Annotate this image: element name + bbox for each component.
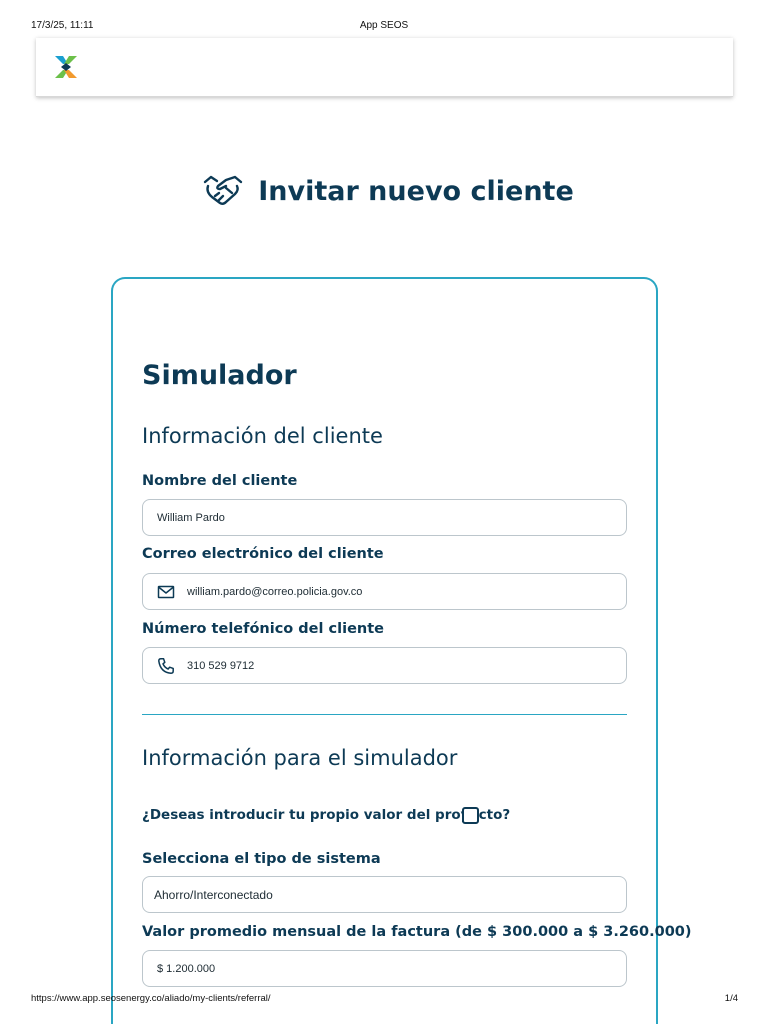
handshake-icon bbox=[204, 175, 243, 205]
own-value-checkbox[interactable] bbox=[462, 807, 479, 824]
client-email-value: william.pardo@correo.policia.gov.co bbox=[187, 585, 363, 598]
client-phone-input[interactable]: 310 529 9712 bbox=[142, 647, 627, 684]
page-title-text: Invitar nuevo cliente bbox=[258, 175, 574, 207]
print-url: https://www.app.seosenergy.co/aliado/my-… bbox=[31, 993, 271, 1004]
client-email-label: Correo electrónico del cliente bbox=[142, 546, 384, 562]
section-divider bbox=[142, 714, 627, 715]
own-value-label: ¿Deseas introducir tu propio valor del p… bbox=[142, 807, 511, 823]
client-phone-value: 310 529 9712 bbox=[187, 659, 255, 672]
system-type-label: Selecciona el tipo de sistema bbox=[142, 851, 381, 867]
print-page-number: 1/4 bbox=[724, 993, 738, 1004]
system-type-value: Ahorro/Interconectado bbox=[154, 887, 273, 902]
simulator-heading: Simulador bbox=[142, 360, 297, 391]
bill-value: $ 1.200.000 bbox=[157, 962, 216, 975]
seos-logo-icon[interactable] bbox=[52, 53, 80, 81]
phone-icon bbox=[157, 657, 175, 675]
client-phone-label: Número telefónico del cliente bbox=[142, 621, 384, 637]
client-name-input[interactable]: William Pardo bbox=[142, 499, 627, 536]
client-name-label: Nombre del cliente bbox=[142, 473, 298, 489]
client-name-value: William Pardo bbox=[157, 511, 225, 524]
print-header: 17/3/25, 11:11 App SEOS bbox=[0, 20, 768, 34]
page-title: Invitar nuevo cliente bbox=[0, 174, 768, 208]
client-info-heading: Información del cliente bbox=[142, 424, 383, 448]
simulator-info-heading: Información para el simulador bbox=[142, 746, 458, 770]
bill-value-input[interactable]: $ 1.200.000 bbox=[142, 950, 627, 987]
mail-icon bbox=[157, 583, 175, 601]
system-type-select[interactable]: Ahorro/Interconectado bbox=[142, 876, 627, 913]
app-header bbox=[36, 38, 733, 97]
print-title: App SEOS bbox=[359, 20, 409, 31]
client-email-input[interactable]: william.pardo@correo.policia.gov.co bbox=[142, 573, 627, 610]
bill-label: Valor promedio mensual de la factura (de… bbox=[142, 924, 692, 940]
